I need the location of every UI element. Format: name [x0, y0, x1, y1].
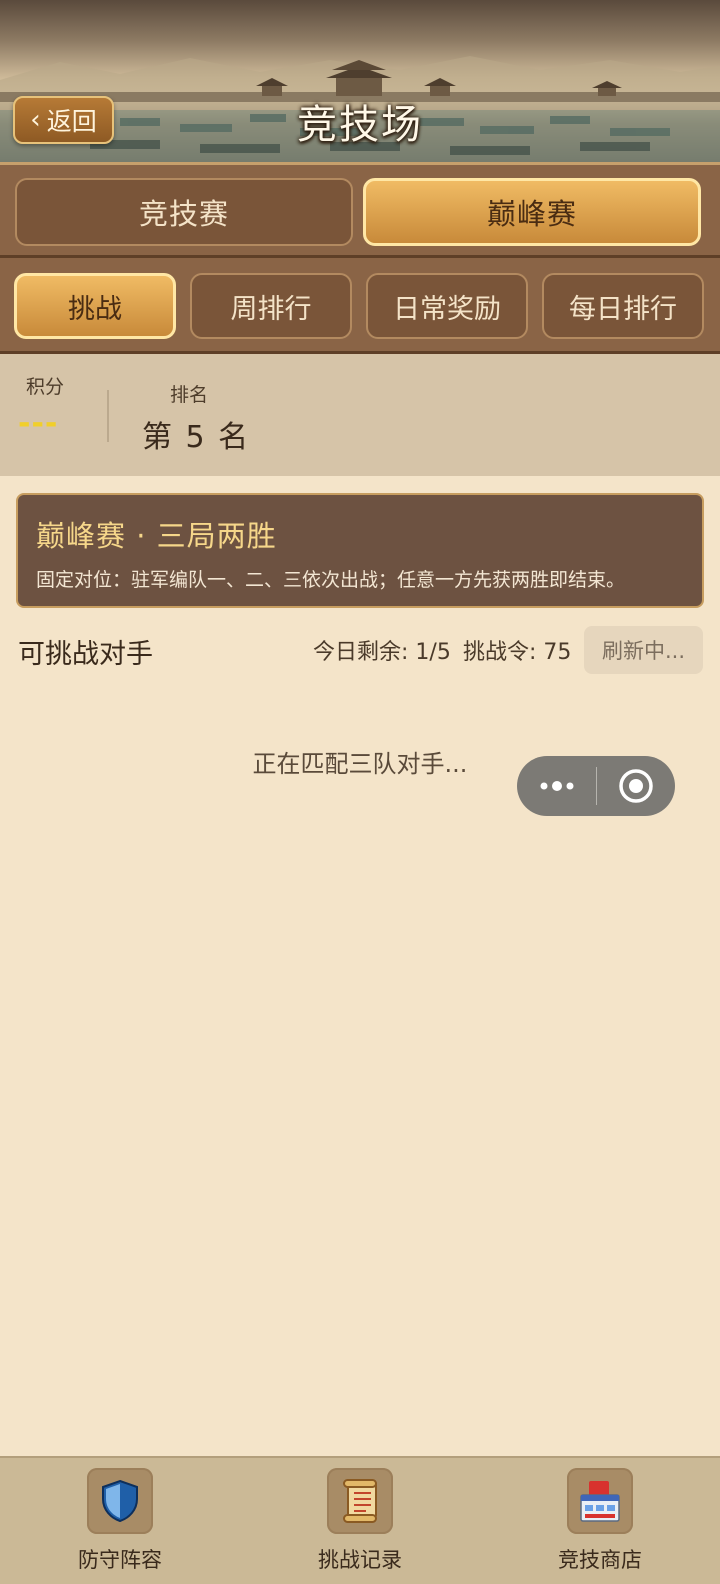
tab-daily-ranking[interactable]: 每日排行	[542, 273, 704, 339]
match-rules-card: 巅峰赛 · 三局两胜 固定对位：驻军编队一、二、三依次出战；任意一方先获两胜即结…	[16, 493, 704, 608]
more-menu-button[interactable]	[517, 756, 596, 816]
rank-label: 排名	[170, 384, 209, 406]
score-value: ---	[18, 406, 59, 441]
score-label: 积分	[26, 376, 65, 398]
bottom-nav: 防守阵容 挑战记录 竞技商店	[0, 1456, 720, 1584]
nav-arena-shop[interactable]: 竞技商店	[520, 1468, 680, 1578]
challenge-tokens: 挑战令: 75	[463, 640, 572, 665]
nav-label: 防守阵容	[78, 1548, 162, 1572]
nav-icon-frame	[327, 1468, 393, 1534]
close-miniprogram-button[interactable]	[597, 756, 675, 816]
miniprogram-capsule	[517, 756, 675, 816]
sub-tab-bar: 挑战 周排行 日常奖励 每日排行	[0, 258, 720, 354]
nav-label: 竞技商店	[558, 1548, 642, 1572]
score-panel: 积分 --- 排名 第 5 名	[0, 354, 720, 476]
tab-arena-match[interactable]: 竞技赛	[15, 178, 353, 246]
shield-icon	[102, 1479, 138, 1523]
mode-tab-bar: 竞技赛 巅峰赛	[0, 162, 720, 258]
tab-daily-rewards[interactable]: 日常奖励	[366, 273, 528, 339]
match-rules-description: 固定对位：驻军编队一、二、三依次出战；任意一方先获两胜即结束。	[36, 569, 626, 591]
shop-icon	[580, 1481, 620, 1522]
nav-defense-lineup[interactable]: 防守阵容	[40, 1468, 200, 1578]
nav-challenge-records[interactable]: 挑战记录	[280, 1468, 440, 1578]
more-dots-icon	[540, 781, 573, 791]
nav-icon-frame	[87, 1468, 153, 1534]
match-rules-title: 巅峰赛 · 三局两胜	[36, 519, 277, 553]
divider	[107, 390, 109, 442]
nav-icon-frame	[567, 1468, 633, 1534]
refresh-button[interactable]: 刷新中...	[584, 626, 703, 674]
opponents-section-title: 可挑战对手	[18, 639, 153, 670]
page-title: 竞技场	[297, 102, 423, 148]
nav-label: 挑战记录	[318, 1548, 402, 1572]
rank-value: 第 5 名	[142, 420, 251, 455]
scroll-icon	[343, 1479, 377, 1523]
header-banner: ‹ 返回 竞技场	[0, 0, 720, 162]
tab-peak-match[interactable]: 巅峰赛	[363, 178, 701, 246]
remaining-attempts: 今日剩余: 1/5	[313, 640, 451, 665]
tab-weekly-ranking[interactable]: 周排行	[190, 273, 352, 339]
tab-challenge[interactable]: 挑战	[14, 273, 176, 339]
close-target-icon	[619, 769, 653, 803]
